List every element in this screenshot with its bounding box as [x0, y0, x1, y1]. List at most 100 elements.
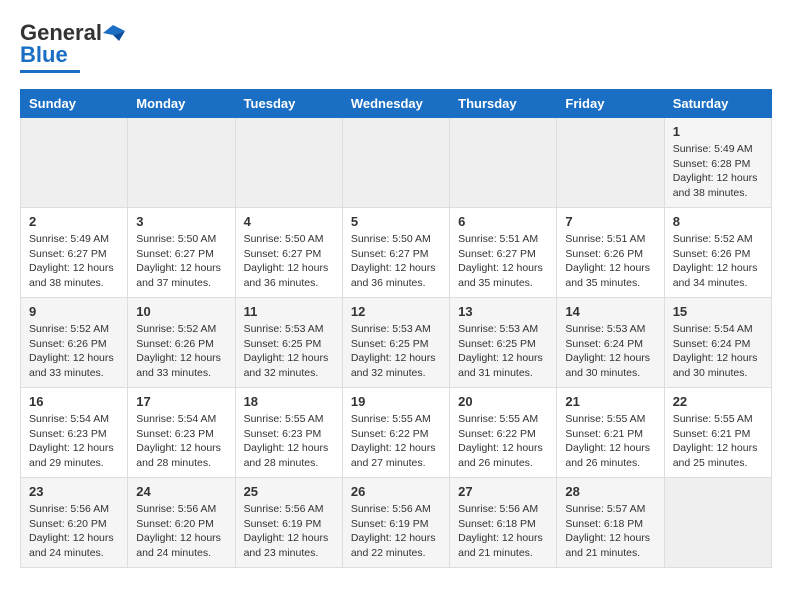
- logo-underline: [20, 70, 80, 73]
- calendar-cell: 14 Sunrise: 5:53 AMSunset: 6:24 PMDayligh…: [557, 298, 664, 388]
- calendar-cell: 3 Sunrise: 5:50 AMSunset: 6:27 PMDaylight…: [128, 208, 235, 298]
- logo-bird-icon: [103, 25, 125, 41]
- day-number: 22: [673, 394, 763, 409]
- day-info: Sunrise: 5:53 AMSunset: 6:25 PMDaylight:…: [244, 322, 334, 381]
- day-number: 24: [136, 484, 226, 499]
- col-header-saturday: Saturday: [664, 90, 771, 118]
- day-number: 12: [351, 304, 441, 319]
- day-info: Sunrise: 5:55 AMSunset: 6:23 PMDaylight:…: [244, 412, 334, 471]
- calendar-cell: 17Sunrise: 5:54 AMSunset: 6:23 PMDayligh…: [128, 388, 235, 478]
- day-info: Sunrise: 5:50 AMSunset: 6:27 PMDaylight:…: [244, 232, 334, 291]
- calendar-week-row: 23 Sunrise: 5:56 AMSunset: 6:20 PMDayligh…: [21, 478, 772, 568]
- calendar-cell: 6 Sunrise: 5:51 AMSunset: 6:27 PMDaylight…: [450, 208, 557, 298]
- day-number: 19: [351, 394, 441, 409]
- day-number: 11: [244, 304, 334, 319]
- day-number: 13: [458, 304, 548, 319]
- day-info: Sunrise: 5:56 AMSunset: 6:20 PMDaylight:…: [29, 502, 119, 561]
- day-info: Sunrise: 5:56 AMSunset: 6:18 PMDaylight:…: [458, 502, 548, 561]
- day-number: 21: [565, 394, 655, 409]
- calendar-cell: 21 Sunrise: 5:55 AMSunset: 6:21 PMDayligh…: [557, 388, 664, 478]
- day-number: 8: [673, 214, 763, 229]
- calendar-cell: 4 Sunrise: 5:50 AMSunset: 6:27 PMDaylight…: [235, 208, 342, 298]
- calendar-week-row: 9 Sunrise: 5:52 AMSunset: 6:26 PMDaylight…: [21, 298, 772, 388]
- day-number: 28: [565, 484, 655, 499]
- calendar-week-row: 2 Sunrise: 5:49 AMSunset: 6:27 PMDaylight…: [21, 208, 772, 298]
- day-number: 25: [244, 484, 334, 499]
- day-info: Sunrise: 5:52 AMSunset: 6:26 PMDaylight:…: [29, 322, 119, 381]
- day-info: Sunrise: 5:57 AMSunset: 6:18 PMDaylight:…: [565, 502, 655, 561]
- day-info: Sunrise: 5:50 AMSunset: 6:27 PMDaylight:…: [351, 232, 441, 291]
- day-info: Sunrise: 5:56 AMSunset: 6:19 PMDaylight:…: [244, 502, 334, 561]
- calendar-cell: 13 Sunrise: 5:53 AMSunset: 6:25 PMDayligh…: [450, 298, 557, 388]
- day-number: 27: [458, 484, 548, 499]
- col-header-sunday: Sunday: [21, 90, 128, 118]
- calendar-cell: [450, 118, 557, 208]
- calendar-cell: 18 Sunrise: 5:55 AMSunset: 6:23 PMDayligh…: [235, 388, 342, 478]
- day-number: 10: [136, 304, 226, 319]
- day-number: 2: [29, 214, 119, 229]
- day-number: 3: [136, 214, 226, 229]
- calendar-cell: 16 Sunrise: 5:54 AMSunset: 6:23 PMDayligh…: [21, 388, 128, 478]
- calendar-cell: 28 Sunrise: 5:57 AMSunset: 6:18 PMDayligh…: [557, 478, 664, 568]
- calendar-cell: 20 Sunrise: 5:55 AMSunset: 6:22 PMDayligh…: [450, 388, 557, 478]
- calendar-cell: [664, 478, 771, 568]
- calendar-cell: 19 Sunrise: 5:55 AMSunset: 6:22 PMDayligh…: [342, 388, 449, 478]
- calendar-header-row: SundayMondayTuesdayWednesdayThursdayFrid…: [21, 90, 772, 118]
- page-header: General Blue: [20, 20, 772, 73]
- day-number: 9: [29, 304, 119, 319]
- calendar-table: SundayMondayTuesdayWednesdayThursdayFrid…: [20, 89, 772, 568]
- calendar-cell: [342, 118, 449, 208]
- calendar-cell: 7Sunrise: 5:51 AMSunset: 6:26 PMDaylight…: [557, 208, 664, 298]
- day-info: Sunrise: 5:54 AMSunset: 6:24 PMDaylight:…: [673, 322, 763, 381]
- calendar-week-row: 16 Sunrise: 5:54 AMSunset: 6:23 PMDayligh…: [21, 388, 772, 478]
- calendar-cell: 10 Sunrise: 5:52 AMSunset: 6:26 PMDayligh…: [128, 298, 235, 388]
- day-number: 7: [565, 214, 655, 229]
- day-number: 4: [244, 214, 334, 229]
- day-info: Sunrise: 5:52 AMSunset: 6:26 PMDaylight:…: [136, 322, 226, 381]
- day-info: Sunrise: 5:53 AMSunset: 6:24 PMDaylight:…: [565, 322, 655, 381]
- calendar-cell: 2 Sunrise: 5:49 AMSunset: 6:27 PMDaylight…: [21, 208, 128, 298]
- day-info: Sunrise: 5:56 AMSunset: 6:19 PMDaylight:…: [351, 502, 441, 561]
- day-number: 15: [673, 304, 763, 319]
- logo-blue: Blue: [20, 42, 68, 68]
- day-info: Sunrise: 5:53 AMSunset: 6:25 PMDaylight:…: [351, 322, 441, 381]
- calendar-cell: 12 Sunrise: 5:53 AMSunset: 6:25 PMDayligh…: [342, 298, 449, 388]
- day-number: 1: [673, 124, 763, 139]
- col-header-friday: Friday: [557, 90, 664, 118]
- day-info: Sunrise: 5:50 AMSunset: 6:27 PMDaylight:…: [136, 232, 226, 291]
- day-info: Sunrise: 5:53 AMSunset: 6:25 PMDaylight:…: [458, 322, 548, 381]
- day-info: Sunrise: 5:55 AMSunset: 6:21 PMDaylight:…: [565, 412, 655, 471]
- day-info: Sunrise: 5:49 AMSunset: 6:27 PMDaylight:…: [29, 232, 119, 291]
- day-info: Sunrise: 5:54 AMSunset: 6:23 PMDaylight:…: [29, 412, 119, 471]
- calendar-cell: [128, 118, 235, 208]
- day-info: Sunrise: 5:51 AMSunset: 6:27 PMDaylight:…: [458, 232, 548, 291]
- calendar-week-row: 1 Sunrise: 5:49 AMSunset: 6:28 PMDaylight…: [21, 118, 772, 208]
- day-number: 26: [351, 484, 441, 499]
- calendar-cell: 15 Sunrise: 5:54 AMSunset: 6:24 PMDayligh…: [664, 298, 771, 388]
- calendar-cell: 9 Sunrise: 5:52 AMSunset: 6:26 PMDaylight…: [21, 298, 128, 388]
- calendar-cell: 24 Sunrise: 5:56 AMSunset: 6:20 PMDayligh…: [128, 478, 235, 568]
- col-header-wednesday: Wednesday: [342, 90, 449, 118]
- col-header-monday: Monday: [128, 90, 235, 118]
- calendar-cell: 25 Sunrise: 5:56 AMSunset: 6:19 PMDayligh…: [235, 478, 342, 568]
- day-info: Sunrise: 5:55 AMSunset: 6:21 PMDaylight:…: [673, 412, 763, 471]
- calendar-cell: 26 Sunrise: 5:56 AMSunset: 6:19 PMDayligh…: [342, 478, 449, 568]
- calendar-cell: 22 Sunrise: 5:55 AMSunset: 6:21 PMDayligh…: [664, 388, 771, 478]
- day-info: Sunrise: 5:49 AMSunset: 6:28 PMDaylight:…: [673, 142, 763, 201]
- day-number: 18: [244, 394, 334, 409]
- day-info: Sunrise: 5:54 AMSunset: 6:23 PMDaylight:…: [136, 412, 226, 471]
- day-info: Sunrise: 5:56 AMSunset: 6:20 PMDaylight:…: [136, 502, 226, 561]
- day-info: Sunrise: 5:55 AMSunset: 6:22 PMDaylight:…: [351, 412, 441, 471]
- day-number: 23: [29, 484, 119, 499]
- day-number: 14: [565, 304, 655, 319]
- calendar-cell: 23 Sunrise: 5:56 AMSunset: 6:20 PMDayligh…: [21, 478, 128, 568]
- day-number: 6: [458, 214, 548, 229]
- day-number: 5: [351, 214, 441, 229]
- calendar-cell: 11 Sunrise: 5:53 AMSunset: 6:25 PMDayligh…: [235, 298, 342, 388]
- calendar-cell: [21, 118, 128, 208]
- day-number: 20: [458, 394, 548, 409]
- logo: General Blue: [20, 20, 126, 73]
- col-header-tuesday: Tuesday: [235, 90, 342, 118]
- day-number: 16: [29, 394, 119, 409]
- day-info: Sunrise: 5:55 AMSunset: 6:22 PMDaylight:…: [458, 412, 548, 471]
